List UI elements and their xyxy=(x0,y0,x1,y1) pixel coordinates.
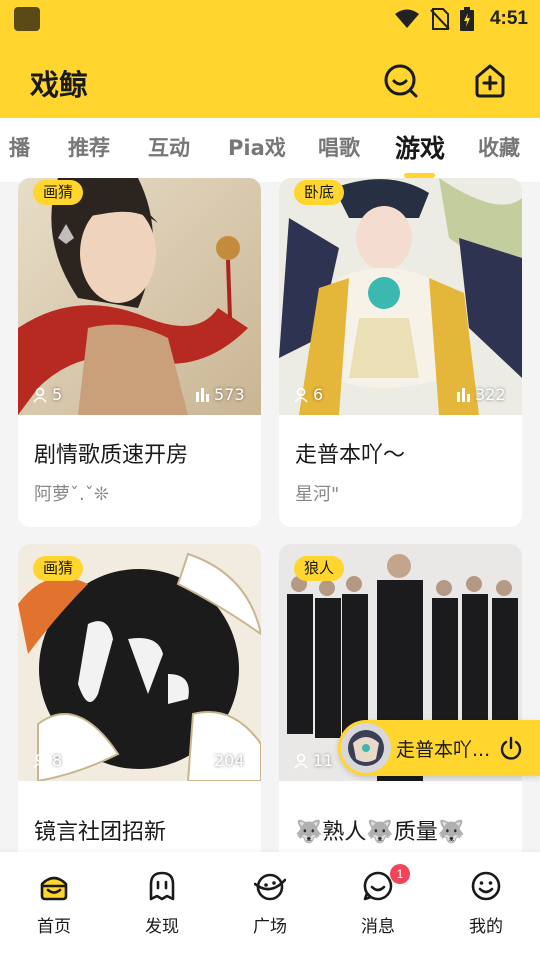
notification-app-icon xyxy=(14,7,40,31)
game-type-tag: 狼人 xyxy=(294,556,345,581)
search-smile-icon xyxy=(384,64,418,98)
member-count-value: 6 xyxy=(313,385,324,404)
app-bar: 戏鲸 xyxy=(0,38,540,118)
nav-discover[interactable]: 发现 xyxy=(122,870,202,940)
nav-home-label: 首页 xyxy=(37,917,71,937)
room-title: 🐺熟人🐺质量🐺 xyxy=(295,820,466,845)
square-icon xyxy=(254,873,286,901)
room-cover-image xyxy=(279,178,522,415)
play-count: 322 xyxy=(457,385,506,404)
status-icons: 4:51 xyxy=(394,6,528,32)
room-title: 剧情歌质速开房 xyxy=(34,443,189,468)
create-room-icon xyxy=(475,64,505,98)
tab-pia[interactable]: Pia戏 xyxy=(228,132,286,162)
room-title: 镜言社团招新 xyxy=(34,820,167,845)
nav-profile-label: 我的 xyxy=(469,917,503,937)
game-type-tag: 画猜 xyxy=(33,556,84,581)
wifi-icon xyxy=(394,9,419,28)
no-sim-icon xyxy=(430,8,450,30)
nav-messages-label: 消息 xyxy=(361,917,395,937)
member-count: 5 xyxy=(32,385,62,404)
status-time: 4:51 xyxy=(489,8,528,29)
mini-player[interactable]: 走普本吖... xyxy=(338,720,540,776)
nav-square-label: 广场 xyxy=(253,917,287,937)
nav-messages[interactable]: 1 消息 xyxy=(338,864,418,940)
signal-bars-icon xyxy=(196,753,209,768)
tab-favorites[interactable]: 收藏 xyxy=(478,132,520,162)
person-icon xyxy=(294,387,308,403)
profile-icon xyxy=(471,871,501,901)
discover-icon xyxy=(149,871,175,901)
room-host: 阿萝ˇ.ˇ❊ xyxy=(34,484,109,505)
unread-badge: 1 xyxy=(390,864,410,884)
room-card[interactable]: 画猜 8 204 镜言社团招新 xyxy=(18,544,261,864)
play-count-value: 204 xyxy=(214,751,245,770)
member-count-value: 8 xyxy=(52,751,63,770)
create-room-button[interactable] xyxy=(472,63,508,99)
game-type-tag: 画猜 xyxy=(33,180,84,205)
member-count: 8 xyxy=(32,751,62,770)
tab-interact[interactable]: 互动 xyxy=(148,132,190,162)
room-card[interactable]: 狼人 11 196 🐺熟人🐺质量🐺 xyxy=(279,544,522,864)
person-icon xyxy=(33,753,47,769)
tab-sing[interactable]: 唱歌 xyxy=(318,132,360,162)
person-icon xyxy=(294,753,308,769)
battery-charging-icon xyxy=(459,7,474,31)
tab-broadcast[interactable]: 播 xyxy=(9,132,30,162)
member-count: 6 xyxy=(293,385,323,404)
nav-home[interactable]: 首页 xyxy=(14,870,94,940)
play-count: 573 xyxy=(196,385,245,404)
room-title: 走普本吖～ xyxy=(295,443,406,468)
signal-bars-icon xyxy=(196,387,209,402)
room-cover-image xyxy=(18,178,261,415)
room-host: 星河" xyxy=(295,484,340,505)
signal-bars-icon xyxy=(457,387,470,402)
home-icon xyxy=(40,876,68,901)
app-title: 戏鲸 xyxy=(30,68,89,102)
search-button[interactable] xyxy=(383,63,419,99)
person-icon xyxy=(33,387,47,403)
game-type-tag: 卧底 xyxy=(294,180,345,205)
bottom-navigation: 首页 发现 广场 1 消息 我的 xyxy=(0,852,540,960)
play-count: 204 xyxy=(196,751,245,770)
mini-player-title: 走普本吖... xyxy=(396,739,491,761)
exit-room-button[interactable] xyxy=(499,736,523,760)
play-count-value: 573 xyxy=(214,385,245,404)
status-bar: 4:51 xyxy=(0,0,540,38)
tab-recommend[interactable]: 推荐 xyxy=(68,132,110,162)
nav-square[interactable]: 广场 xyxy=(230,870,310,940)
power-icon xyxy=(500,736,522,760)
member-count-value: 5 xyxy=(52,385,63,404)
nav-discover-label: 发现 xyxy=(145,917,179,937)
tab-games[interactable]: 游戏 xyxy=(395,129,445,165)
category-tabs: 播 推荐 互动 Pia戏 唱歌 游戏 收藏 xyxy=(0,118,540,182)
member-count: 11 xyxy=(293,751,333,770)
play-count-value: 322 xyxy=(475,385,506,404)
room-card[interactable]: 卧底 6 322 走普本吖～ 星河" xyxy=(279,178,522,527)
mini-player-cover xyxy=(341,723,391,773)
member-count-value: 11 xyxy=(313,751,334,770)
room-card[interactable]: 画猜 5 573 剧情歌质速开房 阿萝ˇ.ˇ❊ xyxy=(18,178,261,527)
nav-profile[interactable]: 我的 xyxy=(446,870,526,940)
